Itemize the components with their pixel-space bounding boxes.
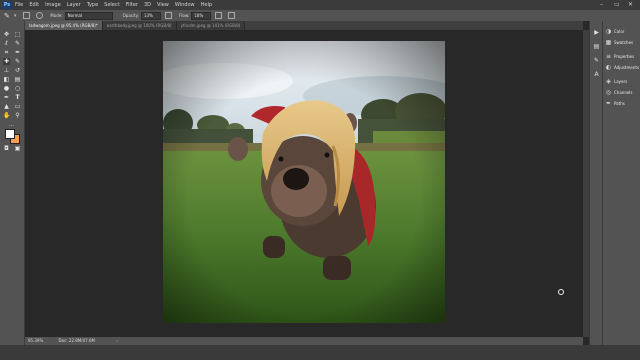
adjustments-panel-icon: ◐ <box>605 63 612 71</box>
menu-file[interactable]: File <box>15 2 23 8</box>
panel-color[interactable]: ◑ Color <box>605 26 640 36</box>
menu-window[interactable]: Window <box>175 2 195 8</box>
path-select-tool-icon[interactable]: ▲ <box>3 103 10 110</box>
stamp-tool-icon[interactable]: ⊥ <box>3 67 10 74</box>
shape-tool-icon[interactable]: ▭ <box>14 103 21 110</box>
properties-panel-icon: ≡ <box>605 52 612 60</box>
tool-mode-icon[interactable] <box>36 12 44 19</box>
menu-image[interactable]: Image <box>45 2 61 8</box>
brush-tool-icon[interactable]: ✎ <box>4 12 10 20</box>
swatches-panel-icon: ▦ <box>605 38 612 46</box>
panel-swatches[interactable]: ▦ Swatches <box>605 37 640 47</box>
menu-3d[interactable]: 3D <box>144 2 151 8</box>
brush-tool-icon[interactable]: ✎ <box>14 58 21 65</box>
marquee-tool-icon[interactable]: ⬚ <box>14 31 21 38</box>
document-tab-bar: ladwagom.jpeg @ 95.4% (RGB/8)* earthbody… <box>25 21 583 30</box>
panel-swatches-label: Swatches <box>614 39 634 45</box>
panel-layers-label: Layers <box>614 78 628 84</box>
flow-field[interactable]: 18% <box>191 11 212 20</box>
panel-properties-label: Properties <box>614 53 635 59</box>
quick-mask-icon[interactable]: ◘ <box>3 145 10 152</box>
minimize-button[interactable]: – <box>600 1 603 8</box>
mode-dropdown[interactable]: Normal <box>64 11 113 20</box>
menu-type[interactable]: Type <box>87 2 98 8</box>
document-image[interactable] <box>163 41 445 323</box>
blur-tool-icon[interactable]: ● <box>3 85 10 92</box>
menu-view[interactable]: View <box>157 2 169 8</box>
doc-size: Doc: 22.8M/47.6M <box>58 338 95 343</box>
panel-adjustments[interactable]: ◐ Adjustments <box>605 62 640 72</box>
menu-filter[interactable]: Filter <box>126 2 138 8</box>
pen-tool-icon[interactable]: ✒ <box>3 94 10 101</box>
canvas-area[interactable] <box>25 30 583 337</box>
airbrush-icon[interactable] <box>215 12 223 19</box>
screen-mode-icon[interactable]: ▣ <box>14 145 21 152</box>
tab-ladwagom[interactable]: ladwagom.jpeg @ 95.4% (RGB/8)* <box>25 21 103 30</box>
status-arrow-icon[interactable]: › <box>116 338 118 343</box>
panel-paths[interactable]: ✒ Paths <box>605 98 640 108</box>
opacity-field[interactable]: 13% <box>141 11 162 20</box>
mouse-cursor-icon <box>558 289 564 295</box>
menu-help[interactable]: Help <box>201 2 212 8</box>
pressure-opacity-icon[interactable] <box>165 12 173 19</box>
panel-channels-label: Channels <box>614 89 633 95</box>
brush-preset-chevron-icon[interactable]: ▾ <box>14 13 17 19</box>
panel-adjustments-label: Adjustments <box>614 64 640 70</box>
flow-label: Flow: <box>179 13 190 18</box>
color-panel-icon: ◑ <box>605 27 612 35</box>
history-panel-icon[interactable]: ▤ <box>593 43 600 50</box>
type-tool-icon[interactable]: T <box>14 94 21 101</box>
history-brush-tool-icon[interactable]: ↺ <box>14 67 21 74</box>
panel-layers[interactable]: ◈ Layers <box>605 76 640 86</box>
foreground-color-swatch[interactable] <box>5 129 15 139</box>
status-bar: 95.39% Doc: 22.8M/47.6M › <box>25 337 583 345</box>
paths-panel-icon: ✒ <box>605 99 612 107</box>
move-tool-icon[interactable]: ✥ <box>3 31 10 38</box>
layers-panel-icon: ◈ <box>606 77 611 85</box>
options-bar: ✎ ▾ Mode: Normal Opacity: 13% Flow: 18% <box>0 10 640 21</box>
pressure-size-icon[interactable] <box>228 12 236 19</box>
character-panel-icon[interactable]: A <box>593 71 600 78</box>
tools-panel: ✥ ⬚ ℓ ✎ ⌗ ✒ ✚ ✎ ⊥ ↺ ◧ ▤ ● ○ ✒ T ▲ ▭ ✋ ⚲ … <box>0 21 25 360</box>
panel-dock: ◑ Color ▦ Swatches ≡ Properties ◐ Adjust… <box>602 21 640 360</box>
tab-yfncdm[interactable]: yfncdm.jpeg @ 141% (RGB/8) <box>176 21 246 30</box>
play-action-icon[interactable]: ▶ <box>593 29 600 36</box>
brush-panel-icon[interactable] <box>23 12 31 19</box>
bottom-strip <box>0 345 640 360</box>
panel-paths-label: Paths <box>614 100 625 106</box>
lasso-tool-icon[interactable]: ℓ <box>3 40 10 47</box>
close-button[interactable]: ✕ <box>628 1 633 8</box>
restore-button[interactable]: ▭ <box>614 1 620 8</box>
menu-edit[interactable]: Edit <box>29 2 39 8</box>
eraser-tool-icon[interactable]: ◧ <box>3 76 10 83</box>
healing-tool-icon[interactable]: ✚ <box>3 58 10 65</box>
more-tools-icon[interactable]: … <box>8 122 15 129</box>
zoom-level[interactable]: 95.39% <box>28 338 43 343</box>
channels-panel-icon: ◎ <box>605 88 612 96</box>
brush-settings-icon[interactable]: ✎ <box>593 57 600 64</box>
tab-earthbody[interactable]: earthbody.jpeg @ 100% (RGB/8) <box>102 21 177 30</box>
collapsed-panel-strip: ▶ ▤ ✎ A <box>589 21 603 345</box>
eyedropper-tool-icon[interactable]: ✒ <box>14 49 21 56</box>
menu-layer[interactable]: Layer <box>67 2 81 8</box>
dodge-tool-icon[interactable]: ○ <box>14 85 21 92</box>
panel-channels[interactable]: ◎ Channels <box>605 87 640 97</box>
quick-select-tool-icon[interactable]: ✎ <box>14 40 21 47</box>
zoom-tool-icon[interactable]: ⚲ <box>14 112 21 119</box>
mode-label: Mode: <box>50 13 63 18</box>
hand-tool-icon[interactable]: ✋ <box>3 112 10 119</box>
panel-color-label: Color <box>614 28 625 34</box>
photoshop-logo-icon: Ps <box>2 1 12 9</box>
gradient-tool-icon[interactable]: ▤ <box>14 76 21 83</box>
menu-bar: Ps File Edit Image Layer Type Select Fil… <box>0 0 640 10</box>
opacity-label: Opacity: <box>122 13 140 18</box>
menu-select[interactable]: Select <box>104 2 119 8</box>
crop-tool-icon[interactable]: ⌗ <box>3 49 10 56</box>
panel-properties[interactable]: ≡ Properties <box>605 51 640 61</box>
